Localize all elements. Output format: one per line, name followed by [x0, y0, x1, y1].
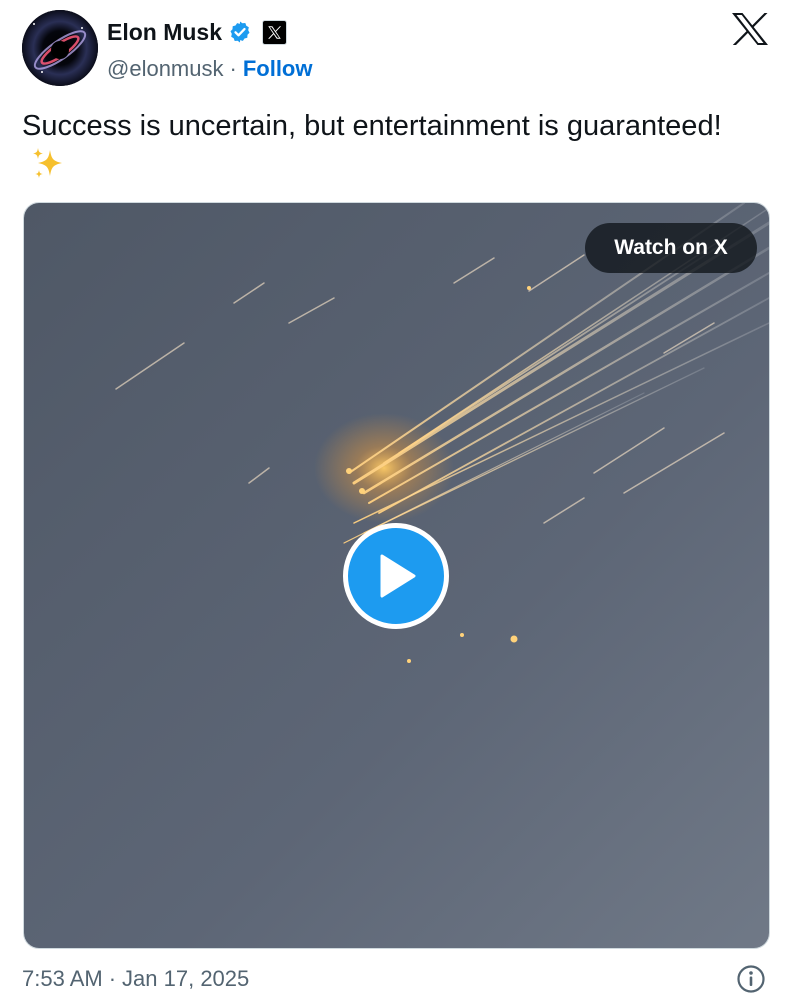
author-handle[interactable]: @elonmusk — [107, 56, 224, 82]
video-player[interactable]: Watch on X — [23, 202, 770, 949]
tweet-time[interactable]: 7:53 AM — [22, 966, 103, 992]
play-button[interactable] — [343, 523, 449, 629]
sparkles-icon — [30, 146, 66, 193]
x-logo-icon[interactable] — [731, 12, 769, 46]
author-handle-row: @elonmusk · Follow — [107, 55, 312, 83]
avatar-image — [22, 10, 98, 86]
watch-on-x-button[interactable]: Watch on X — [585, 223, 757, 273]
verified-badge-icon — [228, 20, 252, 44]
tweet-timestamp: 7:53 AM · Jan 17, 2025 — [22, 964, 249, 994]
tweet-date[interactable]: Jan 17, 2025 — [122, 966, 249, 992]
timestamp-separator: · — [108, 966, 117, 991]
play-icon — [380, 554, 416, 598]
tweet-text: Success is uncertain, but entertainment … — [22, 110, 722, 142]
avatar[interactable] — [22, 10, 98, 86]
handle-separator: · — [229, 56, 237, 81]
tweet-embed: Elon Musk @elonmusk · Follow Success is … — [0, 0, 791, 1001]
author-name-row: Elon Musk — [107, 17, 288, 47]
follow-button[interactable]: Follow — [243, 56, 313, 82]
author-display-name[interactable]: Elon Musk — [107, 19, 222, 46]
x-affiliation-icon[interactable] — [262, 19, 288, 45]
info-icon[interactable] — [736, 964, 766, 994]
tweet-text-container: Success is uncertain, but entertainment … — [22, 106, 762, 193]
